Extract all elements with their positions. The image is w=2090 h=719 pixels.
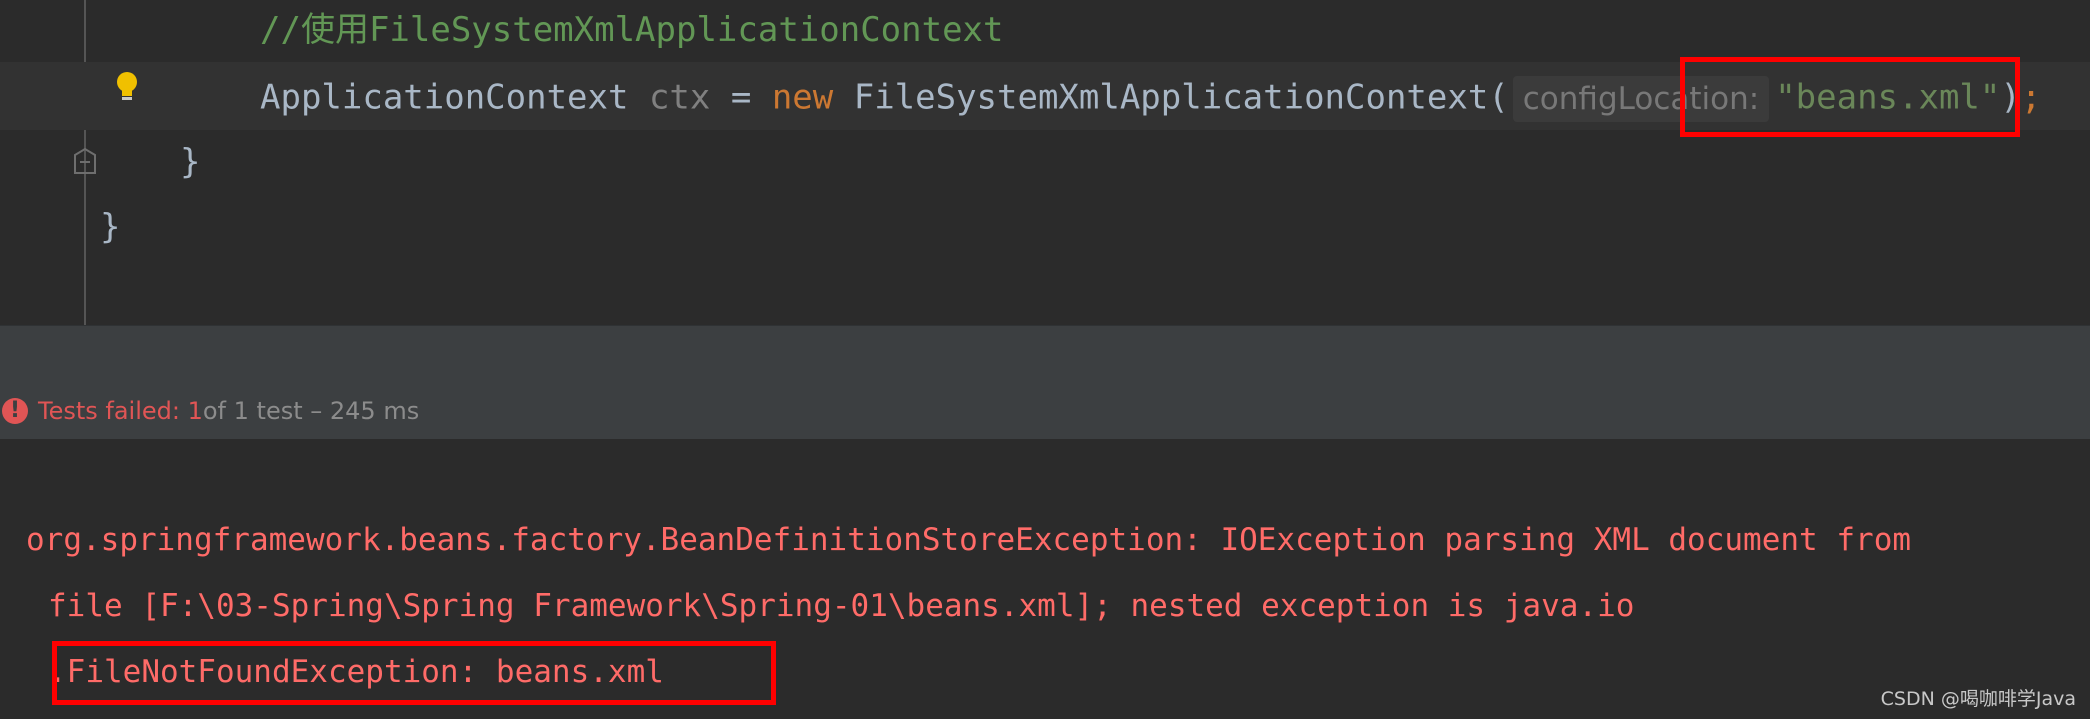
console-line: file [F:\03-Spring\Spring Framework\Spri… <box>48 588 1635 624</box>
console-output: org.springframework.beans.factory.BeanDe… <box>0 439 2090 719</box>
lightbulb-icon[interactable] <box>112 70 142 104</box>
closing-brace-inner: } <box>180 142 201 182</box>
watermark: CSDN @喝咖啡学Java <box>1880 688 2076 710</box>
highlight-box-argument <box>1680 57 2020 137</box>
console-line: org.springframework.beans.factory.BeanDe… <box>26 522 1912 558</box>
panel-separator <box>0 325 2090 385</box>
code-editor[interactable]: //使用FileSystemXmlApplicationContext Appl… <box>0 0 2090 325</box>
type-name: ApplicationContext <box>260 77 629 118</box>
new-keyword: new <box>771 77 834 118</box>
code-comment: //使用FileSystemXmlApplicationContext <box>260 10 1004 50</box>
assign-op: = <box>730 77 752 118</box>
highlight-box-exception <box>52 641 776 705</box>
variable-name: ctx <box>648 77 711 118</box>
closing-brace-outer: } <box>100 207 121 247</box>
error-icon: ! <box>2 398 28 424</box>
tests-failed-label: Tests failed: 1 <box>38 397 203 425</box>
tests-summary: of 1 test – 245 ms <box>202 397 420 425</box>
test-status-bar: ! Tests failed: 1 of 1 test – 245 ms <box>0 383 2090 439</box>
semicolon: ; <box>2020 77 2042 118</box>
fold-icon[interactable] <box>72 147 98 175</box>
constructor-call: FileSystemXmlApplicationContext( <box>853 77 1509 118</box>
